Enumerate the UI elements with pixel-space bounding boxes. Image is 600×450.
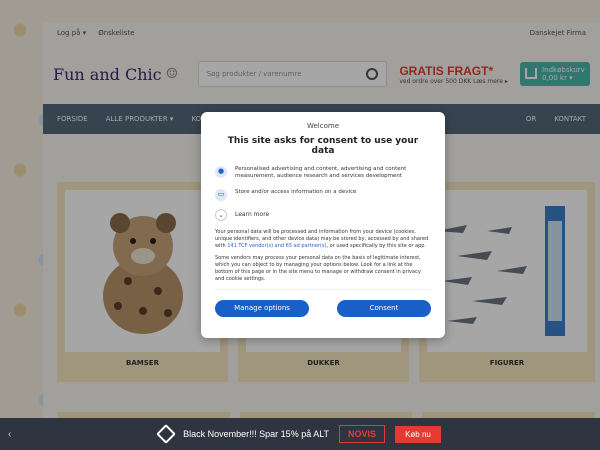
learn-more-label[interactable]: Learn more (235, 211, 269, 218)
vendors-link[interactable]: 141 TCF vendor(s) and 65 ad partner(s) (227, 243, 326, 249)
consent-dialog: Welcome This site asks for consent to us… (201, 112, 445, 338)
consent-paragraph-1: Your personal data will be processed and… (215, 229, 431, 250)
promo-code-button[interactable]: NOVIS (339, 425, 386, 443)
dialog-title: This site asks for consent to use your d… (227, 136, 419, 156)
dialog-welcome: Welcome (306, 122, 340, 130)
promo-bar: ‹ Black November!!! Spar 15% på ALT NOVI… (0, 418, 600, 450)
manage-options-button[interactable]: Manage options (215, 299, 309, 317)
promo-bar-text: Black November!!! Spar 15% på ALT (183, 429, 330, 439)
user-icon: ● (215, 166, 227, 178)
purpose-ads-text: Personalised advertising and content, ad… (235, 166, 407, 180)
consent-paragraph-2: Some vendors may process your personal d… (215, 254, 421, 282)
device-icon: ▭ (215, 188, 227, 201)
dialog-actions: Manage options Consent (215, 299, 431, 317)
purpose-storage-text: Store and/or access information on a dev… (235, 188, 357, 195)
para1-text-end: , or used specifically by this site or a… (326, 242, 427, 249)
purpose-ads: ● Personalised advertising and content, … (215, 166, 431, 181)
consent-button[interactable]: Consent (337, 299, 431, 317)
chevron-down-icon[interactable]: ⌄ (215, 208, 227, 221)
tag-icon (156, 424, 177, 444)
divider (215, 288, 431, 290)
purpose-storage: ▭ Store and/or access information on a d… (215, 188, 431, 201)
buy-now-button[interactable]: Køb nu (395, 425, 441, 443)
learn-more-toggle[interactable]: ⌄ Learn more (215, 208, 431, 221)
chevron-left-icon[interactable]: ‹ (8, 429, 11, 440)
